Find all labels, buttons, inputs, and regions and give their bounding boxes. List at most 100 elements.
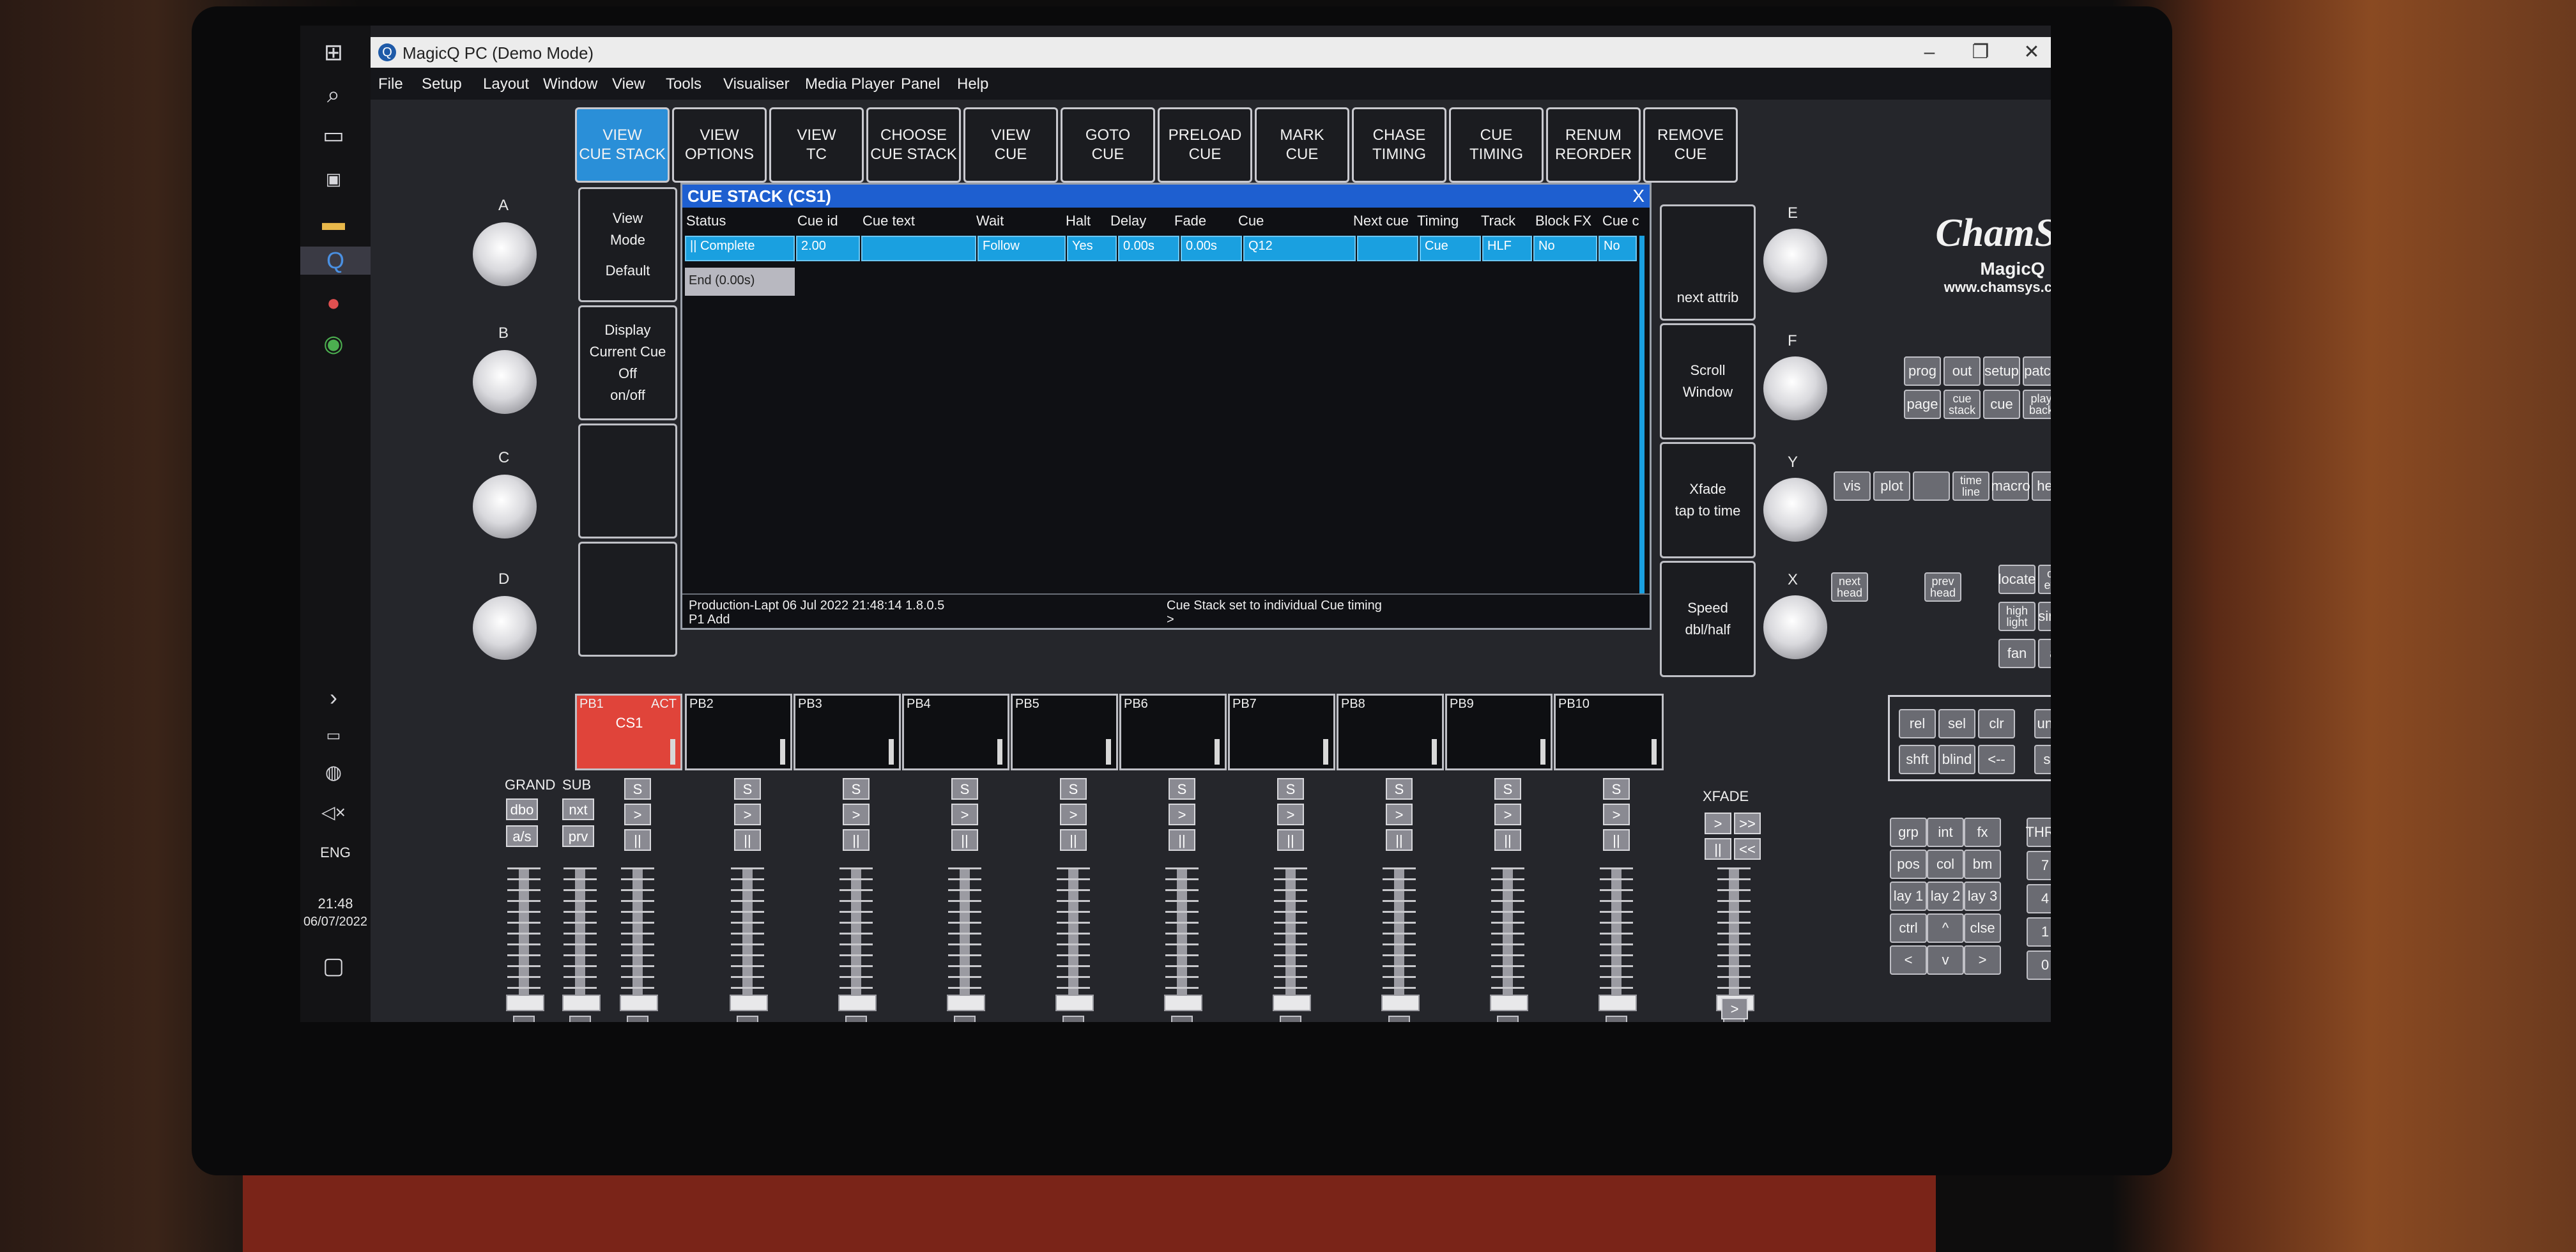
app-icon-2[interactable]: ●: [319, 289, 348, 317]
keys_row2-key-play-back-3[interactable]: play back: [2023, 390, 2051, 419]
fader-5[interactable]: [838, 867, 877, 1011]
maximize-button[interactable]: ❐: [1955, 40, 2006, 65]
keys_group-key-grp-0[interactable]: grp: [1890, 818, 1927, 847]
goto-cue-button[interactable]: GOTO CUE: [1061, 107, 1155, 183]
chase-timing-button[interactable]: CHASE TIMING: [1352, 107, 1446, 183]
cell-cue[interactable]: Q12: [1243, 236, 1356, 261]
fader-flash-button-10[interactable]: [1388, 1016, 1410, 1022]
view-options-button[interactable]: VIEW OPTIONS: [672, 107, 767, 183]
playback-10[interactable]: PB10: [1554, 694, 1664, 770]
fader-flash-button-7[interactable]: [1062, 1016, 1084, 1022]
view-cue-button[interactable]: VIEW CUE: [963, 107, 1058, 183]
speed-button[interactable]: Speed dbl/half: [1660, 561, 1756, 677]
keys_edit-key-rel-0[interactable]: rel: [1899, 709, 1936, 738]
language-indicator[interactable]: ENG: [300, 844, 371, 861]
keys_row3-key-help-5[interactable]: help: [2032, 471, 2051, 501]
cell-next-cue[interactable]: [1357, 236, 1418, 261]
pause-button-3[interactable]: ||: [843, 829, 870, 851]
fader-flash-button-6[interactable]: [954, 1016, 976, 1022]
keys_group-key-col-4[interactable]: col: [1927, 850, 1964, 879]
go-button-9[interactable]: >: [1494, 804, 1521, 825]
keys_row3-key-plot-1[interactable]: plot: [1873, 471, 1910, 501]
menu-tools[interactable]: Tools: [666, 75, 702, 93]
go-button-1[interactable]: >: [624, 804, 651, 825]
cell-status[interactable]: || Complete: [685, 236, 795, 261]
go-button-7[interactable]: >: [1277, 804, 1304, 825]
keys_group-key-ctrl-9[interactable]: ctrl: [1890, 913, 1927, 943]
select-button-9[interactable]: S: [1494, 778, 1521, 800]
cell-wait[interactable]: Follow: [977, 236, 1066, 261]
keys_nav-key-prev-head-1[interactable]: prev head: [1924, 572, 1961, 602]
notification-icon[interactable]: ▢: [319, 952, 348, 980]
view-mode-button[interactable]: View Mode Default: [578, 187, 677, 302]
keys_row1-key-patch-3[interactable]: patch: [2023, 356, 2051, 386]
go-button-3[interactable]: >: [843, 804, 870, 825]
keys_num-key-0-16[interactable]: 0: [2027, 950, 2051, 980]
fader-1[interactable]: [506, 867, 544, 1011]
keys_row3-key-macro-4[interactable]: macro: [1991, 471, 2030, 501]
col-wait[interactable]: Wait: [976, 213, 1004, 229]
pause-button-6[interactable]: ||: [1169, 829, 1195, 851]
prv-button[interactable]: prv: [562, 825, 594, 847]
go-button-5[interactable]: >: [1060, 804, 1087, 825]
go-button-6[interactable]: >: [1169, 804, 1195, 825]
globe-icon[interactable]: ◍: [319, 759, 348, 787]
keys_edit-key-set-10[interactable]: set: [2034, 745, 2051, 774]
cell-cue-text[interactable]: [861, 236, 976, 261]
view-tc-button[interactable]: VIEW TC: [769, 107, 864, 183]
cell-halt[interactable]: Yes: [1067, 236, 1117, 261]
playback-4[interactable]: PB4: [902, 694, 1009, 770]
keys_edit-key-blind-8[interactable]: blind: [1938, 745, 1975, 774]
remove-cue-button[interactable]: REMOVE CUE: [1643, 107, 1738, 183]
playback-9[interactable]: PB9: [1445, 694, 1552, 770]
task-view-icon[interactable]: ▭: [319, 121, 348, 149]
menu-panel[interactable]: Panel: [901, 75, 940, 93]
menu-file[interactable]: File: [378, 75, 403, 93]
fader-knob[interactable]: [1381, 995, 1420, 1011]
fader-knob[interactable]: [730, 995, 768, 1011]
soft-button-4[interactable]: [578, 542, 677, 657]
renum-reorder-button[interactable]: RENUM REORDER: [1546, 107, 1641, 183]
keys_nav-key-next-head-0[interactable]: next head: [1831, 572, 1868, 602]
minimize-button[interactable]: –: [1904, 40, 1955, 65]
col-fade[interactable]: Fade: [1174, 213, 1206, 229]
xfade-button[interactable]: Xfade tap to time: [1660, 442, 1756, 558]
xfade-ff-button[interactable]: >>: [1734, 813, 1761, 834]
go-button-2[interactable]: >: [734, 804, 761, 825]
keys_group-key-lay-3-8[interactable]: lay 3: [1964, 882, 2001, 911]
fader-11[interactable]: [1490, 867, 1528, 1011]
nxt-button[interactable]: nxt: [562, 798, 594, 820]
col-next-cue[interactable]: Next cue: [1353, 213, 1409, 229]
fader-knob[interactable]: [947, 995, 985, 1011]
cell-track[interactable]: HLF: [1482, 236, 1532, 261]
keyboard-icon[interactable]: ▭: [319, 722, 348, 750]
col-block-fx[interactable]: Block FX: [1535, 213, 1591, 229]
fader-9[interactable]: [1273, 867, 1311, 1011]
fader-7[interactable]: [1055, 867, 1094, 1011]
fader-flash-button-11[interactable]: [1497, 1016, 1519, 1022]
encoder-c[interactable]: [473, 475, 537, 538]
keys_row1-key-out-1[interactable]: out: [1943, 356, 1981, 386]
keys_num-key-4-8[interactable]: 4: [2027, 884, 2051, 913]
soft-button-3[interactable]: [578, 424, 677, 538]
go-button-4[interactable]: >: [951, 804, 978, 825]
pause-button-9[interactable]: ||: [1494, 829, 1521, 851]
go-button-10[interactable]: >: [1603, 804, 1630, 825]
keys_group-key-bm-5[interactable]: bm: [1964, 850, 2001, 879]
keys_row3-key-vis-0[interactable]: vis: [1834, 471, 1871, 501]
windows-start-icon[interactable]: ⊞: [319, 38, 348, 66]
keys_row3-key--2[interactable]: [1913, 471, 1950, 501]
xfade-rew-button[interactable]: <<: [1734, 838, 1761, 860]
fader-10[interactable]: [1381, 867, 1420, 1011]
keys_group-key---14[interactable]: >: [1964, 945, 2001, 975]
menu-setup[interactable]: Setup: [422, 75, 462, 93]
keys_group-key-lay-2-7[interactable]: lay 2: [1927, 882, 1964, 911]
select-button-1[interactable]: S: [624, 778, 651, 800]
encoder-x[interactable]: [1763, 595, 1827, 659]
playback-5[interactable]: PB5: [1011, 694, 1118, 770]
fader-flash-button-5[interactable]: [845, 1016, 867, 1022]
fader-8[interactable]: [1164, 867, 1202, 1011]
magicq-taskbar-icon[interactable]: Q: [300, 247, 371, 275]
command-input[interactable]: >: [1167, 613, 1174, 627]
fader-13[interactable]: [1716, 867, 1754, 1011]
